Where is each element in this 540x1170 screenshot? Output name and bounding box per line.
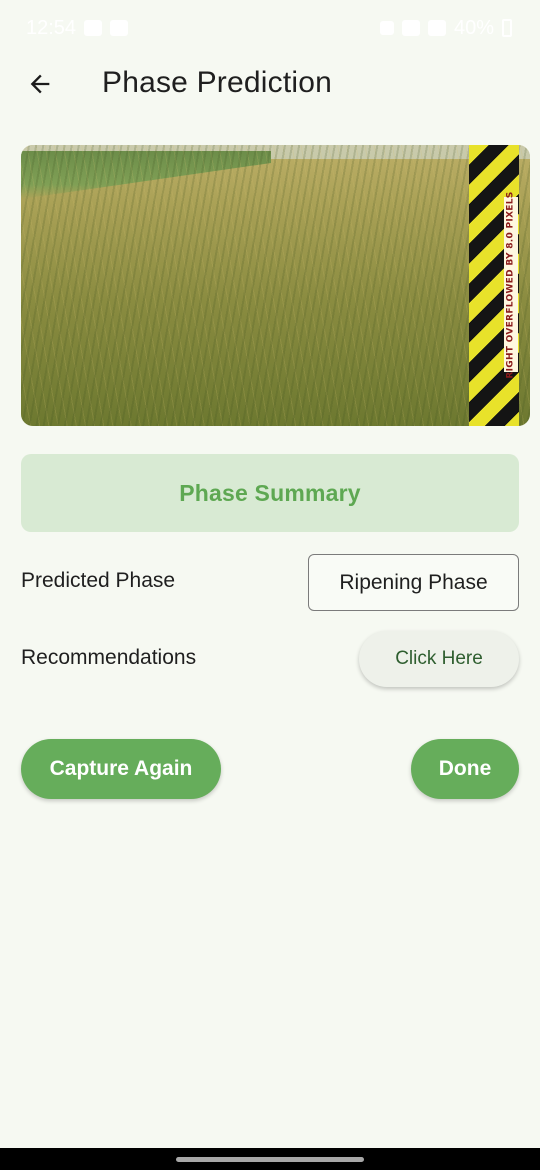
battery-percent: 40%: [453, 16, 494, 39]
app-bar: Phase Prediction: [0, 56, 540, 112]
recommendations-label: Recommendations: [21, 646, 197, 669]
signal-icon: [427, 20, 446, 36]
recommendations-button[interactable]: Click Here: [359, 631, 519, 687]
mail-icon: [84, 20, 103, 36]
back-button[interactable]: [20, 64, 60, 104]
status-left: 12:54: [26, 16, 129, 40]
vibrate-icon: [379, 21, 394, 35]
predicted-phase-label: Predicted Phase: [21, 569, 176, 592]
done-button[interactable]: Done: [411, 739, 519, 799]
predicted-phase-value: Ripening Phase: [308, 554, 519, 611]
phase-summary-banner: Phase Summary: [21, 454, 519, 532]
status-right: 40%: [379, 16, 512, 40]
battery-icon: [502, 19, 512, 37]
capture-again-button[interactable]: Capture Again: [21, 739, 221, 799]
message-icon: [110, 20, 129, 36]
wifi-icon: [401, 20, 420, 36]
arrow-left-icon: [30, 74, 50, 94]
overflow-warning-label: RIGHT OVERFLOWED BY 8.0 PIXELS: [504, 191, 518, 378]
status-time: 12:54: [26, 16, 77, 39]
home-handle[interactable]: [176, 1157, 364, 1162]
status-bar: 12:54 40%: [0, 0, 540, 56]
phase-summary-title: Phase Summary: [179, 479, 361, 506]
image-crop-field: [21, 145, 530, 426]
system-nav-bar: [0, 1148, 540, 1170]
page-title: Phase Prediction: [102, 66, 333, 99]
captured-image: RIGHT OVERFLOWED BY 8.0 PIXELS: [21, 145, 530, 426]
overflow-warning-text: RIGHT OVERFLOWED BY 8.0 PIXELS: [506, 190, 517, 379]
